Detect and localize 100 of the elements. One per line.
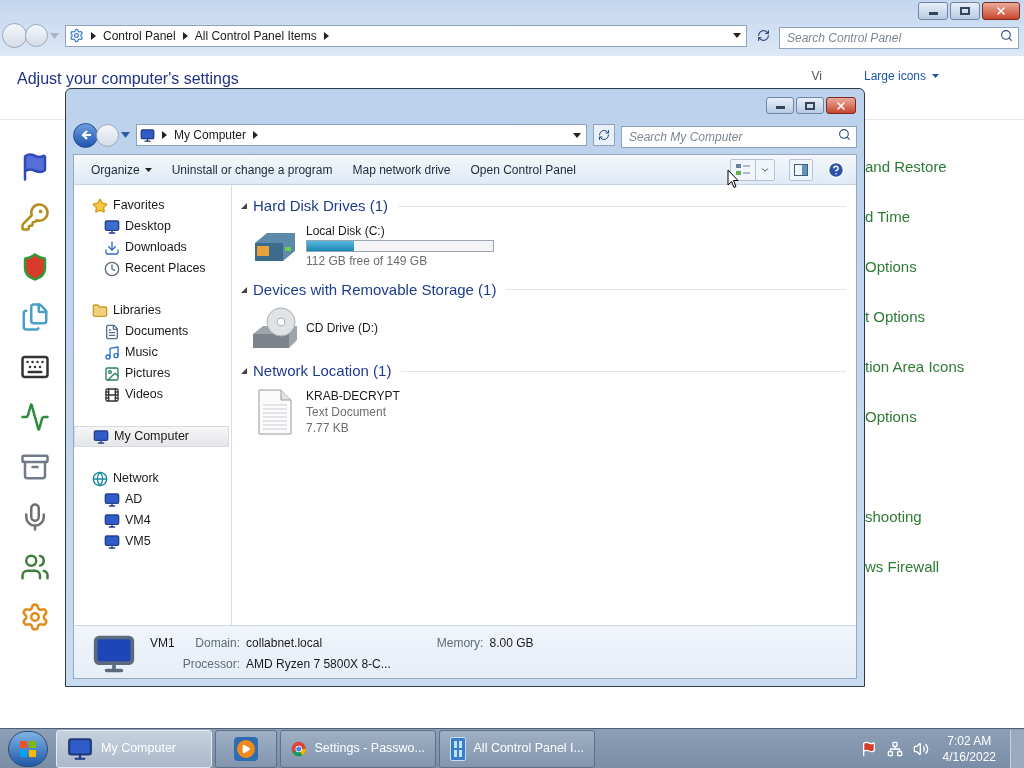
maximize-button[interactable] [950,2,980,20]
nav-item[interactable]: Music [74,342,231,363]
collapse-icon[interactable] [241,286,247,293]
action-center-flag-icon[interactable] [860,740,877,757]
settings-link[interactable]: shooting [865,505,922,529]
close-button[interactable] [982,2,1020,20]
caret-icon [144,167,152,172]
key-icon [20,202,50,232]
close-icon [995,5,1007,17]
computer-icon [93,428,109,445]
collapse-icon[interactable] [241,203,247,210]
address-bar[interactable]: Control Panel All Control Panel Items [65,24,747,47]
picture-icon [104,365,120,382]
users-icon [20,552,50,582]
computer-name: VM1 [150,635,175,652]
free-space: 112 GB free of 149 GB [306,252,429,269]
nav-item[interactable]: Network [74,468,231,489]
toolbar-button[interactable]: Map network drive [342,157,461,182]
breadcrumb-item[interactable]: My Computer [174,126,247,144]
view-icon [735,162,751,177]
group-heading[interactable]: Network Location (1) [253,360,392,383]
network-icon[interactable] [886,740,903,757]
detail-label: Processor: [182,656,241,673]
windows-logo-icon [19,739,37,758]
toolbar-button[interactable]: Organize [81,157,162,182]
nav-item[interactable]: Favorites [74,195,231,216]
settings-link[interactable]: Options [865,405,917,429]
close-button[interactable] [826,97,856,114]
settings-link[interactable]: ws Firewall [865,555,940,579]
cd-drive-icon [251,306,299,350]
settings-link[interactable]: tion Area Icons [865,355,965,379]
settings-link[interactable]: d Time [865,205,910,229]
settings-link[interactable]: and Restore [865,155,947,179]
view-options-button[interactable] [730,158,775,181]
music-icon [104,344,120,361]
maximize-button[interactable] [796,97,824,114]
start-button[interactable] [8,730,48,767]
documents-icon [20,302,50,332]
preview-pane-button[interactable] [789,158,813,181]
nav-item[interactable]: AD [74,489,231,510]
refresh-icon [598,129,610,141]
detail-label: Memory: [436,635,484,652]
address-bar[interactable]: My Computer [136,124,587,146]
clock-icon [104,260,120,277]
network-icon [92,470,108,487]
toolbar-button[interactable]: Open Control Panel [460,157,586,182]
collapse-icon[interactable] [241,368,247,375]
item-name[interactable]: CD Drive (D:) [306,320,378,336]
nav-item[interactable]: VM4 [74,510,231,531]
caret-icon [932,74,939,78]
nav-item[interactable]: Desktop [74,216,231,237]
address-dropdown-icon[interactable] [733,33,741,38]
item-size: 7.77 KB [306,419,350,436]
search-field[interactable]: Search My Computer [621,126,857,148]
computer-icon [104,512,120,529]
computer-icon [140,127,155,143]
group-heading[interactable]: Hard Disk Drives (1) [253,195,388,218]
close-icon [835,99,847,112]
detail-value: AMD Ryzen 7 5800X 8-C... [246,656,391,673]
breadcrumb-arrow-icon [253,131,259,139]
address-dropdown-icon[interactable] [573,132,581,138]
refresh-button[interactable] [593,124,615,146]
box-icon [20,452,50,482]
download-icon [104,239,120,256]
toolbar-button[interactable]: Uninstall or change a program [161,157,343,182]
nav-item[interactable]: Pictures [74,363,231,384]
group-heading[interactable]: Devices with Removable Storage (1) [253,278,497,301]
nav-item[interactable]: VM5 [74,531,231,552]
breadcrumb-arrow-icon [91,31,96,40]
item-name[interactable]: KRAB-DECRYPT [306,387,400,404]
nav-item[interactable]: Documents [74,321,231,342]
detail-value: collabnet.local [246,635,324,652]
nav-item[interactable]: My Computer [74,426,229,447]
breadcrumb-item[interactable]: All Control Panel Items [194,26,317,45]
star-icon [92,197,108,214]
back-button[interactable] [73,122,98,148]
document-icon [104,323,120,340]
page-heading: Adjust your computer's settings [17,69,239,89]
settings-link[interactable]: t Options [865,305,926,329]
nav-item[interactable]: Videos [74,384,231,405]
view-by-label: Vi [811,68,822,85]
view-mode-link[interactable]: Large icons [863,67,926,85]
film-icon [104,386,120,403]
media-player-icon [234,736,258,761]
gear-icon [20,602,50,632]
item-name[interactable]: Local Disk (C:) [306,222,494,239]
history-dropdown-icon[interactable] [121,132,130,138]
minimize-button[interactable] [766,97,794,114]
refresh-icon [756,29,770,42]
nav-item[interactable]: Libraries [74,300,231,321]
breadcrumb-item[interactable]: Control Panel [103,26,176,45]
desktop-icon [104,218,120,235]
volume-icon[interactable] [912,740,929,757]
breadcrumb-arrow-icon [182,31,188,40]
minimize-button[interactable] [918,2,948,20]
help-icon[interactable] [827,160,845,179]
nav-item[interactable]: Recent Places [74,258,231,279]
settings-link[interactable]: Options [865,255,917,279]
search-field[interactable]: Search Control Panel [779,26,1019,49]
nav-item[interactable]: Downloads [74,237,231,258]
